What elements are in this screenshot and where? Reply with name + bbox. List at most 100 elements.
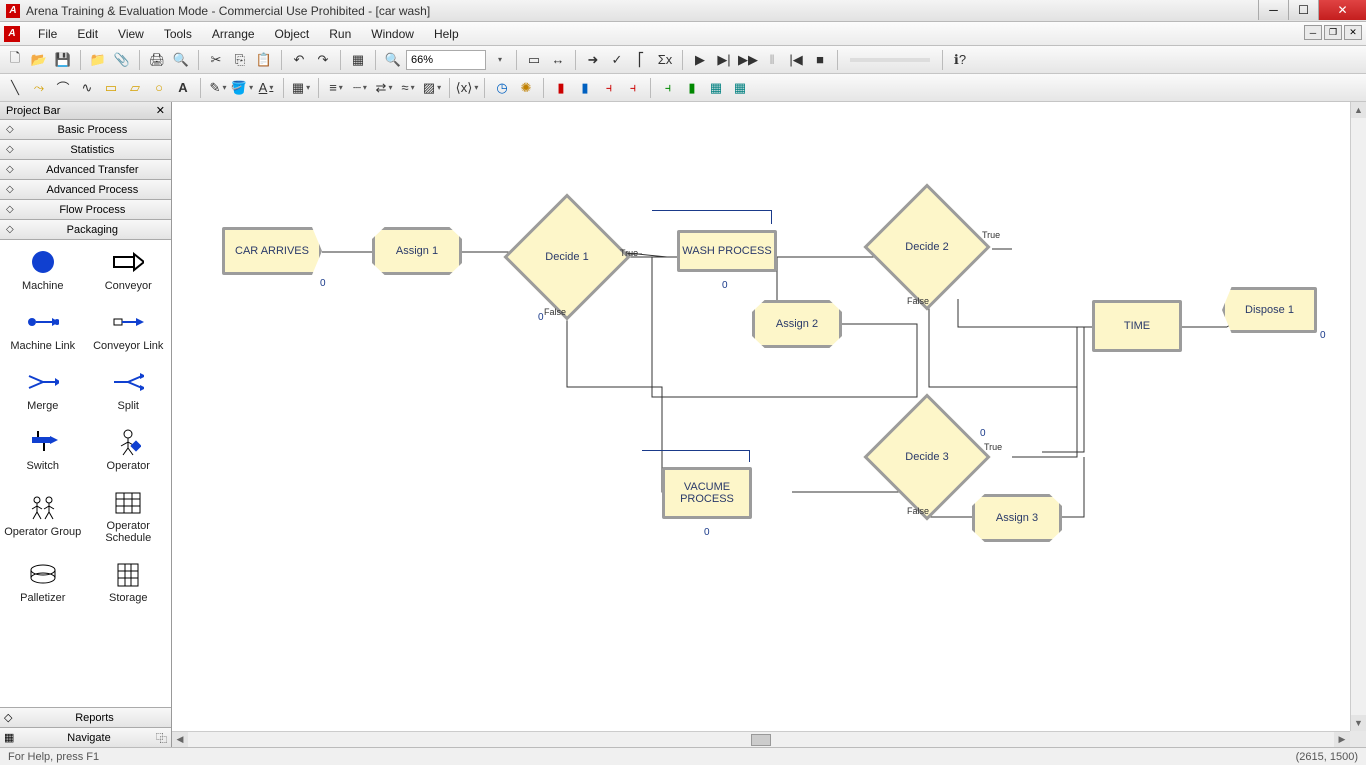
connect-icon[interactable]: ↔ xyxy=(547,49,569,71)
save-icon[interactable]: 💾 xyxy=(52,49,74,71)
mdi-minimize[interactable]: ─ xyxy=(1304,25,1322,40)
menu-window[interactable]: Window xyxy=(361,24,424,44)
paste-icon[interactable]: 📋 xyxy=(253,49,275,71)
block-car-arrives[interactable]: CAR ARRIVES xyxy=(222,227,322,275)
run-fast-forward-icon[interactable]: ▶▶ xyxy=(737,49,759,71)
bg-color-icon[interactable]: ▦ xyxy=(290,77,312,99)
queue-anim-icon[interactable]: ⫞ xyxy=(657,77,679,99)
block-assign-1[interactable]: Assign 1 xyxy=(372,227,462,275)
block-dispose-1[interactable]: Dispose 1 xyxy=(1222,287,1317,333)
section-advanced-process[interactable]: ◇Advanced Process xyxy=(0,180,171,200)
palette-split[interactable]: Split xyxy=(86,360,172,420)
block-assign-2[interactable]: Assign 2 xyxy=(752,300,842,348)
check-icon[interactable]: ✓ xyxy=(606,49,628,71)
preview-icon[interactable]: 🔍 xyxy=(170,49,192,71)
text-color-icon[interactable]: A xyxy=(255,77,277,99)
menu-arrange[interactable]: Arrange xyxy=(202,24,265,44)
line-width-icon[interactable]: ≡ xyxy=(325,77,347,99)
palette-operator-group[interactable]: Operator Group xyxy=(0,480,86,552)
sigma-icon[interactable]: Σx xyxy=(654,49,676,71)
close-button[interactable]: ✕ xyxy=(1318,0,1366,20)
block-decide-2[interactable]: Decide 2 xyxy=(882,202,972,292)
plot-anim-icon[interactable]: ⫞ xyxy=(622,77,644,99)
resource-anim-icon[interactable]: ▮ xyxy=(681,77,703,99)
zoom-select[interactable] xyxy=(406,50,486,70)
run-step-end-icon[interactable]: ▶| xyxy=(713,49,735,71)
palette-machine-link[interactable]: Machine Link xyxy=(0,300,86,360)
polygon-tool-icon[interactable]: ▱ xyxy=(124,77,146,99)
zoom-dropdown[interactable] xyxy=(488,49,510,71)
run-play-icon[interactable]: ▶ xyxy=(689,49,711,71)
block-time[interactable]: TIME xyxy=(1092,300,1182,352)
maximize-button[interactable]: ☐ xyxy=(1288,0,1318,20)
attach-icon[interactable]: 📎 xyxy=(111,49,133,71)
copy-icon[interactable]: ⎘ xyxy=(229,49,251,71)
palette-conveyor[interactable]: Conveyor xyxy=(86,240,172,300)
arc-tool-icon[interactable]: ⌒ xyxy=(52,77,74,99)
canvas-viewport[interactable]: CAR ARRIVES 0 Assign 1 Decide 1 True Fal… xyxy=(172,102,1366,747)
section-advanced-transfer[interactable]: ◇Advanced Transfer xyxy=(0,160,171,180)
section-flow-process[interactable]: ◇Flow Process xyxy=(0,200,171,220)
expr-icon[interactable]: ⎡ xyxy=(630,49,652,71)
box-tool-icon[interactable]: ▭ xyxy=(100,77,122,99)
menu-view[interactable]: View xyxy=(108,24,154,44)
arrow-style-icon[interactable]: ⇄ xyxy=(373,77,395,99)
menu-object[interactable]: Object xyxy=(265,24,320,44)
palette-merge[interactable]: Merge xyxy=(0,360,86,420)
palette-conveyor-link[interactable]: Conveyor Link xyxy=(86,300,172,360)
level-anim-icon[interactable]: ▮ xyxy=(574,77,596,99)
model-canvas[interactable]: CAR ARRIVES 0 Assign 1 Decide 1 True Fal… xyxy=(172,102,1352,662)
mdi-restore[interactable]: ❐ xyxy=(1324,25,1342,40)
print-icon[interactable]: 🖨 xyxy=(146,49,168,71)
menu-tools[interactable]: Tools xyxy=(154,24,202,44)
zoom-icon[interactable]: 🔍 xyxy=(382,49,404,71)
new-icon[interactable]: 🗋 xyxy=(4,49,26,71)
horizontal-scrollbar[interactable]: ◀ ▶ xyxy=(172,731,1350,747)
fill-color-icon[interactable]: 🪣 xyxy=(231,77,253,99)
block-assign-3[interactable]: Assign 3 xyxy=(972,494,1062,542)
cut-icon[interactable]: ✂ xyxy=(205,49,227,71)
menu-help[interactable]: Help xyxy=(424,24,469,44)
vertical-scrollbar[interactable]: ▲ ▼ xyxy=(1350,102,1366,731)
scroll-left-icon[interactable]: ◀ xyxy=(172,732,188,748)
redo-icon[interactable]: ↷ xyxy=(312,49,334,71)
section-statistics[interactable]: ◇Statistics xyxy=(0,140,171,160)
station-anim-icon[interactable]: ▦ xyxy=(729,77,751,99)
section-reports[interactable]: ◇Reports xyxy=(0,707,171,727)
minimize-button[interactable]: ─ xyxy=(1258,0,1288,20)
line-style-icon[interactable]: ┈ xyxy=(349,77,371,99)
fill-pattern-icon[interactable]: ▨ xyxy=(421,77,443,99)
run-start-over-icon[interactable]: |◀ xyxy=(785,49,807,71)
palette-operator-schedule[interactable]: Operator Schedule xyxy=(86,480,172,552)
line-tool-icon[interactable]: ╲ xyxy=(4,77,26,99)
palette-operator[interactable]: Operator xyxy=(86,420,172,480)
run-stop-icon[interactable]: ■ xyxy=(809,49,831,71)
submodel-icon[interactable]: ▭ xyxy=(523,49,545,71)
histogram-anim-icon[interactable]: ⫞ xyxy=(598,77,620,99)
polyline-tool-icon[interactable]: ⤳ xyxy=(28,77,50,99)
palette-storage[interactable]: Storage xyxy=(86,552,172,612)
clock-anim-icon[interactable]: ◷ xyxy=(491,77,513,99)
go-icon[interactable]: ➜ xyxy=(582,49,604,71)
run-pause-icon[interactable]: ‖ xyxy=(761,49,783,71)
block-decide-3[interactable]: Decide 3 xyxy=(882,412,972,502)
open-icon[interactable]: 📂 xyxy=(28,49,50,71)
block-vacume-process[interactable]: VACUME PROCESS xyxy=(662,467,752,519)
menu-file[interactable]: File xyxy=(28,24,67,44)
bezier-tool-icon[interactable]: ∿ xyxy=(76,77,98,99)
undo-icon[interactable]: ↶ xyxy=(288,49,310,71)
block-wash-process[interactable]: WASH PROCESS xyxy=(677,230,777,272)
speed-slider[interactable] xyxy=(850,58,930,62)
section-navigate[interactable]: ▦Navigate⿻ xyxy=(0,727,171,747)
date-anim-icon[interactable]: ✺ xyxy=(515,77,537,99)
menu-run[interactable]: Run xyxy=(319,24,361,44)
navigate-detach-icon[interactable]: ⿻ xyxy=(156,730,167,746)
layers-icon[interactable]: ▦ xyxy=(347,49,369,71)
context-help-icon[interactable]: ℹ? xyxy=(949,49,971,71)
section-packaging[interactable]: ◇Packaging xyxy=(0,220,171,240)
project-bar-close-icon[interactable]: ✕ xyxy=(156,104,165,117)
scroll-right-icon[interactable]: ▶ xyxy=(1334,732,1350,748)
block-decide-1[interactable]: Decide 1 xyxy=(522,212,612,302)
scroll-thumb[interactable] xyxy=(751,734,771,746)
template-icon[interactable]: 📁 xyxy=(87,49,109,71)
